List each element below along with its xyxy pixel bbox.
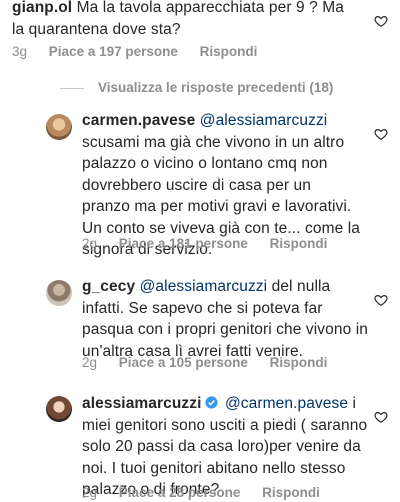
likes-count[interactable]: Piace a 181 persone: [119, 236, 248, 251]
likes-count[interactable]: Piace a 197 persone: [49, 44, 178, 59]
reply-button[interactable]: Rispondi: [270, 236, 328, 251]
username[interactable]: g_cecy: [82, 278, 135, 295]
mention-link[interactable]: @alessiamarcuzzi: [140, 278, 268, 295]
avatar[interactable]: [46, 396, 72, 422]
likes-count[interactable]: Piace a 105 persone: [119, 355, 248, 370]
comment-body: g_cecy @alessiamarcuzzi del nulla infatt…: [82, 276, 372, 362]
comment-age: 2g: [82, 485, 98, 500]
reply-button[interactable]: Rispondi: [200, 44, 258, 59]
avatar[interactable]: [46, 114, 72, 140]
heart-icon[interactable]: [374, 293, 388, 307]
view-previous-replies[interactable]: Visualizza le risposte precedenti (18): [60, 80, 333, 95]
heart-icon[interactable]: [374, 127, 388, 141]
comment-meta: 2g Piace a 181 persone Rispondi: [82, 236, 345, 251]
likes-count[interactable]: Piace a 28 persone: [119, 485, 241, 500]
view-previous-label[interactable]: Visualizza le risposte precedenti (18): [98, 80, 333, 95]
comment-meta: 3g Piace a 197 persone Rispondi: [12, 44, 275, 59]
comment-age: 3g: [12, 44, 28, 59]
mention-link[interactable]: @alessiamarcuzzi: [200, 112, 328, 129]
divider-line: [60, 87, 84, 89]
username[interactable]: carmen.pavese: [82, 112, 195, 129]
mention-link[interactable]: @carmen.pavese: [225, 395, 348, 412]
comment-meta: 2g Piace a 28 persone Rispondi: [82, 485, 338, 500]
heart-icon[interactable]: [374, 410, 388, 424]
comment-meta: 2g Piace a 105 persone Rispondi: [82, 355, 345, 370]
reply-button[interactable]: Rispondi: [262, 485, 320, 500]
comment-age: 2g: [82, 236, 98, 251]
comment-body: gianp.ol Ma la tavola apparecchiata per …: [12, 0, 352, 40]
comment-age: 2g: [82, 355, 98, 370]
verified-badge-icon: [204, 394, 218, 409]
username[interactable]: gianp.ol: [12, 0, 72, 16]
heart-icon[interactable]: [374, 14, 388, 28]
username[interactable]: alessiamarcuzzi: [82, 395, 202, 412]
avatar[interactable]: [46, 280, 72, 306]
reply-button[interactable]: Rispondi: [270, 355, 328, 370]
